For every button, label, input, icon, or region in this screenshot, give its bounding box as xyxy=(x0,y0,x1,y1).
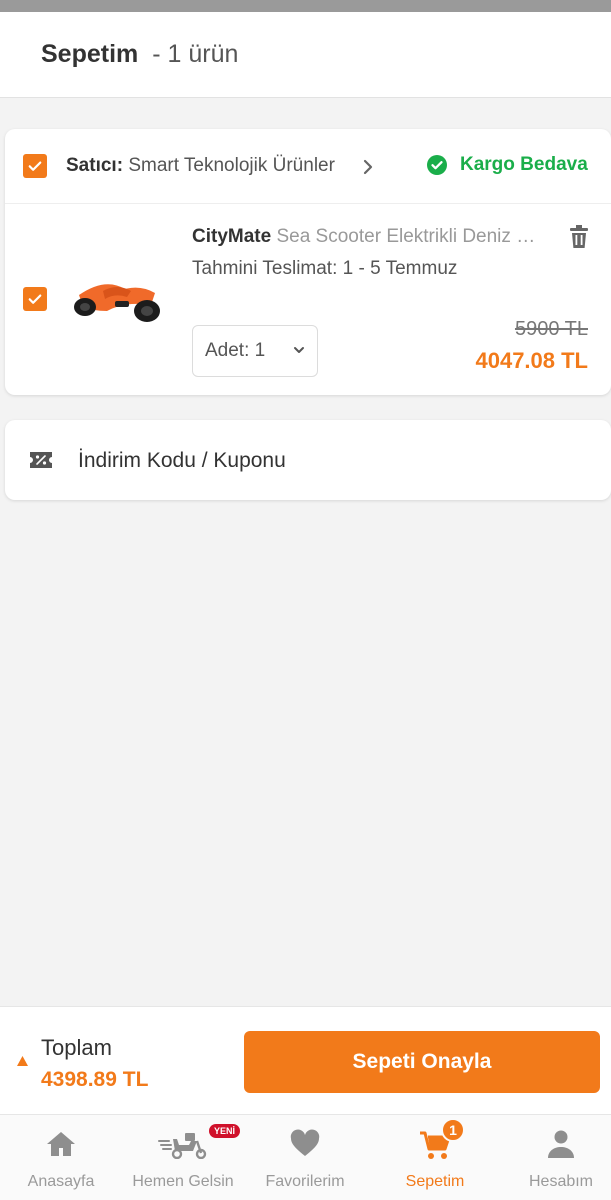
product-name: Sea Scooter Elektrikli Deniz Scooter xyxy=(276,226,544,247)
free-shipping-text: Kargo Bedava xyxy=(460,154,588,175)
nav-label: Favorilerim xyxy=(265,1173,345,1190)
coupon-icon xyxy=(30,452,52,468)
check-circle-icon xyxy=(427,155,447,175)
nav-item-cart[interactable]: 1 Sepetim xyxy=(374,1115,496,1200)
page-title: Sepetim xyxy=(41,40,139,68)
product-brand: CityMate xyxy=(192,226,272,247)
discounted-price: 4047.08 TL xyxy=(475,348,588,373)
home-icon xyxy=(47,1132,75,1156)
caret-up-icon[interactable] xyxy=(16,1055,29,1067)
quantity-select[interactable]: Adet: 1 xyxy=(192,325,318,377)
nav-item-home[interactable]: Anasayfa xyxy=(0,1115,122,1200)
item-count: - 1 ürün xyxy=(152,40,239,68)
confirm-cart-button[interactable]: Sepeti Onayla xyxy=(244,1031,600,1093)
nav-label: Sepetim xyxy=(405,1173,465,1190)
seller-card: Satıcı: Smart Teknolojik Ürünler Kargo B… xyxy=(5,129,611,395)
product-image[interactable] xyxy=(65,271,169,329)
coupon-label: İndirim Kodu / Kuponu xyxy=(78,449,286,472)
original-price: 5900 TL xyxy=(514,318,588,340)
seller-name: Smart Teknolojik Ürünler xyxy=(128,155,335,176)
quantity-label: Adet: 1 xyxy=(205,340,266,361)
seller-prefix-label: Satıcı: xyxy=(66,155,124,176)
product-checkbox[interactable] xyxy=(23,287,47,311)
heart-icon xyxy=(290,1129,320,1156)
user-icon xyxy=(548,1130,574,1158)
nav-label: Hemen Gelsin xyxy=(132,1173,234,1190)
chevron-down-icon xyxy=(294,347,304,353)
checkout-bar: Toplam 4398.89 TL Sepeti Onayla xyxy=(0,1006,611,1114)
nav-label: Anasayfa xyxy=(27,1173,95,1190)
seller-row: Satıcı: Smart Teknolojik Ürünler Kargo B… xyxy=(5,129,611,204)
nav-item-hemen-gelsin[interactable]: YENİ Hemen Gelsin xyxy=(122,1115,244,1200)
product-title[interactable]: CityMate Sea Scooter Elektrikli Deniz Sc… xyxy=(192,226,544,248)
checkmark-icon xyxy=(28,161,42,171)
cart-count-badge: 1 xyxy=(441,1118,465,1142)
scooter-icon xyxy=(158,1133,207,1159)
coupon-row[interactable]: İndirim Kodu / Kuponu xyxy=(5,420,611,500)
nav-item-favorites[interactable]: Favorilerim xyxy=(244,1115,366,1200)
nav-label: Hesabım xyxy=(528,1173,594,1190)
total-value: 4398.89 TL xyxy=(41,1068,149,1091)
seller-checkbox[interactable] xyxy=(23,154,47,178)
bottom-nav: Anasayfa YENİ Hemen Gelsin Favorilerim 1… xyxy=(0,1114,611,1200)
new-badge: YENİ xyxy=(209,1124,241,1138)
checkmark-icon xyxy=(28,294,42,304)
page-header: Sepetim - 1 ürün xyxy=(0,12,611,98)
trash-icon[interactable] xyxy=(568,225,590,249)
total-label[interactable]: Toplam xyxy=(41,1035,112,1061)
delivery-estimate: Tahmini Teslimat: 1 - 5 Temmuz xyxy=(192,258,458,279)
seller-link[interactable]: Satıcı: Smart Teknolojik Ürünler xyxy=(66,155,335,177)
status-bar xyxy=(0,0,611,12)
chevron-right-icon[interactable] xyxy=(361,158,375,176)
nav-item-account[interactable]: Hesabım xyxy=(500,1115,611,1200)
free-shipping-badge: Kargo Bedava xyxy=(426,154,588,176)
